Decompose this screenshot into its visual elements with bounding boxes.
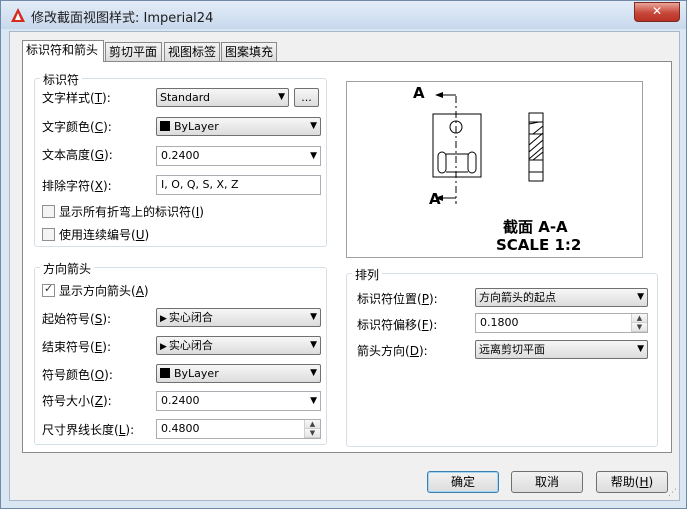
end-symbol-select[interactable]: ▶ 实心闭合 ▼ (156, 336, 321, 355)
show-all-bends-label: 显示所有折弯上的标识符(I) (59, 205, 204, 219)
text-style-select[interactable]: Standard ▼ (156, 88, 289, 107)
extension-length-label: 尺寸界线长度(L): (42, 423, 135, 437)
identifier-group-title: 标识符 (40, 71, 83, 88)
tab-panel: 标识符 文字样式(T): Standard ▼ ... 文字颜色(C): ByLa… (22, 61, 672, 453)
preview-drawing (432, 92, 544, 204)
chevron-down-icon: ▼ (310, 121, 317, 131)
preview-letter-top: A (413, 84, 425, 102)
title-bar[interactable]: 修改截面视图样式: Imperial24 ✕ (1, 1, 686, 29)
text-height-input[interactable]: 0.2400 ▼ (156, 146, 321, 166)
direction-arrows-group: 方向箭头 ✓ 显示方向箭头(A) 起始符号(S): ▶ 实心闭合 ▼ 结束符号(E)… (34, 260, 327, 445)
text-style-browse-button[interactable]: ... (294, 88, 319, 107)
identifier-position-select[interactable]: 方向箭头的起点 ▼ (475, 288, 648, 307)
show-arrows-label: 显示方向箭头(A) (59, 284, 149, 298)
dialog-body: 标识符和箭头 剪切平面 视图标签 图案填充 标识符 文字样式(T): Stand… (9, 31, 680, 501)
color-swatch (160, 368, 170, 378)
spin-up-icon[interactable]: ▲ (305, 420, 320, 429)
symbol-color-label: 符号颜色(O): (42, 368, 113, 382)
continuous-labels-label: 使用连续编号(U) (59, 228, 150, 242)
cancel-button[interactable]: 取消 (511, 471, 583, 493)
color-swatch (160, 121, 170, 131)
dialog-window: 修改截面视图样式: Imperial24 ✕ 标识符和箭头 剪切平面 视图标签 … (0, 0, 687, 509)
exclude-chars-label: 排除字符(X): (42, 179, 112, 193)
direction-arrows-group-title: 方向箭头 (40, 260, 95, 277)
text-style-label: 文字样式(T): (42, 91, 111, 105)
start-symbol-label: 起始符号(S): (42, 312, 112, 326)
symbol-color-select[interactable]: ByLayer ▼ (156, 364, 321, 383)
preview-caption-line1: 截面 A-A (503, 218, 568, 236)
arrangement-group-title: 排列 (352, 266, 383, 283)
tab-view-label[interactable]: 视图标签 (164, 42, 220, 61)
chevron-down-icon: ▼ (310, 340, 317, 350)
identifier-offset-input[interactable]: 0.1800 ▲ ▼ (475, 313, 648, 333)
check-icon: ✓ (44, 282, 54, 295)
start-symbol-select[interactable]: ▶ 实心闭合 ▼ (156, 308, 321, 327)
spin-up-icon[interactable]: ▲ (632, 314, 647, 323)
chevron-down-icon: ▼ (637, 344, 644, 354)
section-preview: A A 截面 A-A SCALE 1:2 (346, 81, 643, 258)
preview-letter-bottom: A (429, 190, 441, 208)
autocad-logo-icon (11, 8, 25, 22)
tab-identifier-arrows[interactable]: 标识符和箭头 (22, 40, 104, 62)
end-symbol-label: 结束符号(E): (42, 340, 112, 354)
chevron-down-icon: ▼ (637, 292, 644, 302)
identifier-position-label: 标识符位置(P): (357, 292, 438, 306)
arrangement-group: 排列 标识符位置(P): 方向箭头的起点 ▼ 标识符偏移(F): 0.1800 ▲… (346, 266, 658, 447)
symbol-size-input[interactable]: 0.2400 ▼ (156, 391, 321, 411)
window-title: 修改截面视图样式: Imperial24 (31, 11, 214, 26)
chevron-down-icon: ▼ (310, 151, 317, 161)
closed-arrow-icon: ▶ (160, 342, 167, 352)
extension-length-input[interactable]: 0.4800 ▲ ▼ (156, 419, 321, 439)
help-button[interactable]: 帮助(H) (596, 471, 668, 493)
show-all-bends-checkbox[interactable] (42, 205, 55, 218)
continuous-labels-checkbox[interactable] (42, 228, 55, 241)
extension-length-spinner[interactable]: ▲ ▼ (304, 420, 320, 438)
preview-caption-line2: SCALE 1:2 (496, 236, 582, 254)
resize-grip-icon[interactable]: ⋰ (668, 488, 677, 498)
text-color-select[interactable]: ByLayer ▼ (156, 117, 321, 136)
arrow-direction-label: 箭头方向(D): (357, 344, 428, 358)
chevron-down-icon: ▼ (310, 368, 317, 378)
exclude-chars-input[interactable]: I, O, Q, S, X, Z (156, 175, 321, 195)
arrow-direction-select[interactable]: 远离剪切平面 ▼ (475, 340, 648, 359)
chevron-down-icon: ▼ (310, 396, 317, 406)
text-height-label: 文本高度(G): (42, 148, 113, 162)
identifier-group: 标识符 文字样式(T): Standard ▼ ... 文字颜色(C): ByLa… (34, 71, 327, 247)
identifier-offset-label: 标识符偏移(F): (357, 318, 438, 332)
tab-cutting-plane[interactable]: 剪切平面 (105, 42, 162, 61)
spin-down-icon[interactable]: ▼ (305, 429, 320, 438)
tab-hatch[interactable]: 图案填充 (221, 42, 277, 61)
chevron-down-icon: ▼ (278, 92, 285, 102)
identifier-offset-spinner[interactable]: ▲ ▼ (631, 314, 647, 332)
symbol-size-label: 符号大小(Z): (42, 394, 112, 408)
spin-down-icon[interactable]: ▼ (632, 323, 647, 332)
close-button[interactable]: ✕ (634, 2, 680, 22)
text-color-label: 文字颜色(C): (42, 120, 112, 134)
closed-arrow-icon: ▶ (160, 314, 167, 324)
show-arrows-checkbox[interactable]: ✓ (42, 282, 55, 297)
ok-button[interactable]: 确定 (427, 471, 499, 493)
chevron-down-icon: ▼ (310, 312, 317, 322)
